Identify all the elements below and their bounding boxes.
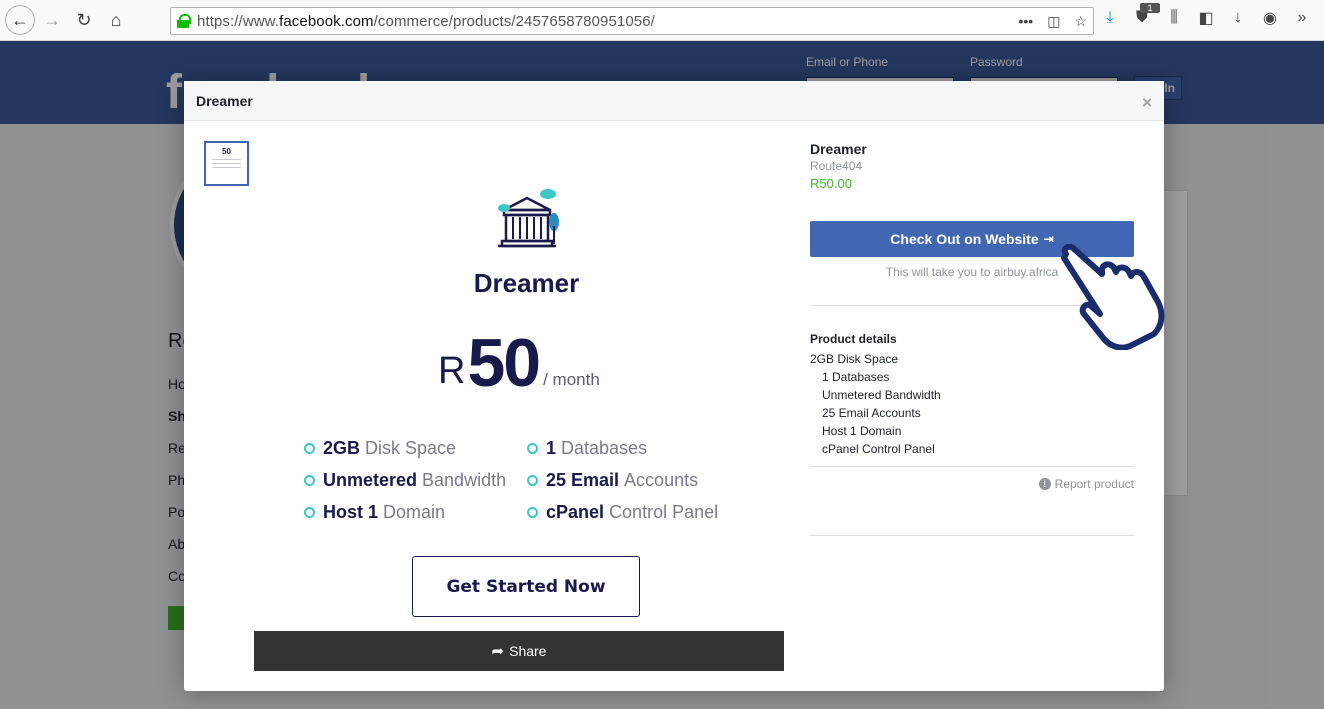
- details-item: 1 Databases: [822, 370, 890, 384]
- product-thumbnail[interactable]: 50: [204, 141, 249, 186]
- product-image-title: Dreamer: [473, 268, 580, 298]
- browser-toolbar: ← → ↻ ⌂ i https://www.facebook.com/comme…: [0, 0, 1324, 82]
- price-currency: R: [438, 350, 466, 392]
- hand-pointer-icon: [1061, 244, 1165, 350]
- details-item: cPanel Control Panel: [822, 442, 935, 456]
- details-item: 25 Email Accounts: [822, 406, 921, 420]
- library-icon[interactable]: ⫼: [1164, 9, 1184, 27]
- feature-item: Host 1 Domain: [304, 502, 527, 523]
- divider: [810, 535, 1134, 536]
- product-info: Dreamer Route404 R50.00 Check Out on Web…: [810, 141, 1134, 536]
- details-item: Unmetered Bandwidth: [822, 388, 941, 402]
- close-icon[interactable]: ×: [1142, 93, 1152, 113]
- home-button[interactable]: ⌂: [102, 6, 130, 34]
- lock-icon: [177, 14, 191, 28]
- details-item: 2GB Disk Space: [810, 352, 899, 366]
- divider: [810, 466, 1134, 467]
- share-label: Share: [509, 643, 547, 659]
- price-amount: 50: [467, 325, 541, 401]
- report-product-link[interactable]: ! Report product: [1038, 477, 1134, 491]
- details-list: 2GB Disk Space 1 Databases Unmetered Ban…: [810, 350, 941, 458]
- product-modal: Dreamer × 50 Dreamer R 50 / month 2GB Dis…: [184, 81, 1164, 691]
- bullet-icon: [527, 507, 538, 518]
- product-name: Dreamer: [810, 141, 867, 157]
- bullet-icon: [304, 443, 315, 454]
- report-icon: !: [1038, 478, 1051, 490]
- feature-item: cPanel Control Panel: [527, 502, 744, 523]
- pocket-icon[interactable]: ◫: [1047, 13, 1060, 30]
- building-icon: [498, 189, 559, 248]
- account-icon[interactable]: ◉: [1260, 8, 1280, 28]
- forward-button[interactable]: →: [38, 6, 66, 34]
- bullet-icon: [304, 507, 315, 518]
- share-arrow-icon: ➦: [491, 643, 505, 660]
- bullet-icon: [527, 475, 538, 486]
- product-price: R50.00: [810, 176, 852, 191]
- price-period: / month: [543, 370, 600, 389]
- back-button[interactable]: ←: [5, 5, 35, 35]
- feature-item: Unmetered Bandwidth: [304, 470, 527, 491]
- product-image: Dreamer R 50 / month 2GB Disk Space 1 Data…: [254, 141, 784, 631]
- get-started-image-button: Get Started Now: [412, 556, 640, 617]
- details-title: Product details: [810, 332, 897, 346]
- extension-badge: 1: [1140, 3, 1160, 13]
- reload-button[interactable]: ↻: [70, 6, 98, 34]
- bookmark-star-icon[interactable]: ☆: [1074, 13, 1087, 30]
- download-icon[interactable]: ⤓: [1100, 9, 1120, 27]
- report-label: Report product: [1054, 477, 1134, 491]
- share-button[interactable]: ➦ Share: [254, 631, 784, 671]
- url-text[interactable]: https://www.facebook.com/commerce/produc…: [197, 13, 655, 30]
- details-item: Host 1 Domain: [822, 424, 902, 438]
- checkout-label: Check Out on Website: [890, 231, 1039, 247]
- feature-item: 1 Databases: [527, 438, 744, 459]
- seller-name[interactable]: Route404: [810, 159, 1134, 173]
- downloads-arrow-icon[interactable]: ↓: [1228, 9, 1248, 27]
- feature-item: 25 Email Accounts: [527, 470, 744, 491]
- overflow-chevron-icon[interactable]: »: [1292, 9, 1312, 27]
- feature-list: 2GB Disk Space 1 Databases Unmetered Bandwi…: [304, 438, 744, 523]
- sidebar-icon[interactable]: ◧: [1196, 8, 1216, 28]
- bullet-icon: [304, 475, 315, 486]
- feature-item: 2GB Disk Space: [304, 438, 527, 459]
- thumbnail-price: 50: [222, 147, 231, 156]
- ublock-icon[interactable]: ⛊ 1: [1132, 3, 1160, 27]
- page-actions-icon[interactable]: •••: [1018, 13, 1033, 29]
- modal-title: Dreamer: [184, 81, 1164, 121]
- bullet-icon: [527, 443, 538, 454]
- product-image-price: R 50 / month: [438, 325, 600, 401]
- external-link-icon: ⇥: [1043, 232, 1054, 246]
- address-bar[interactable]: i https://www.facebook.com/commerce/prod…: [170, 7, 1094, 82]
